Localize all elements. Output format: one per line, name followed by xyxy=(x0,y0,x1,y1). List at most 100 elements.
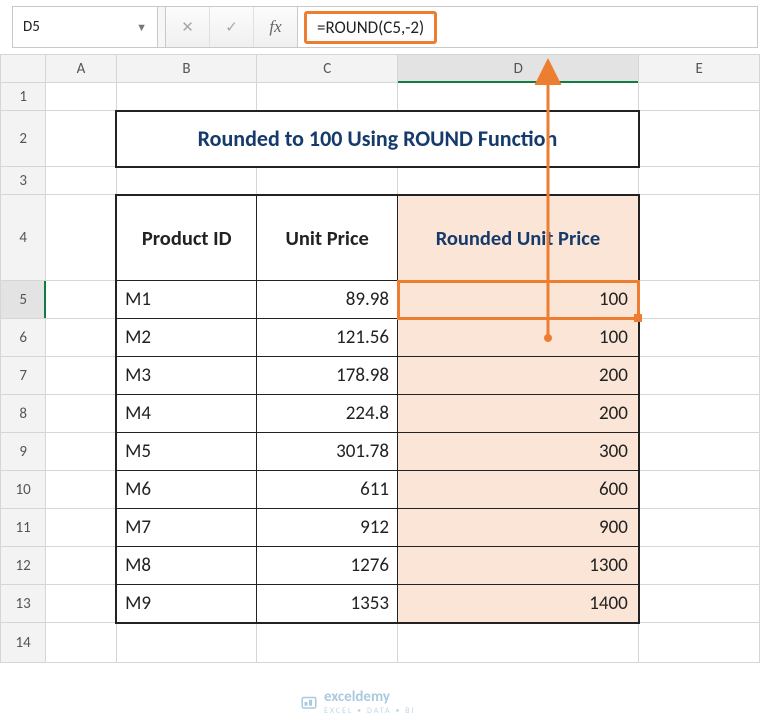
watermark-icon xyxy=(300,693,318,711)
cell[interactable] xyxy=(257,167,398,195)
cell-D8[interactable]: 200 xyxy=(398,395,639,433)
cell[interactable] xyxy=(46,547,116,585)
name-box-dropdown-icon[interactable]: ▼ xyxy=(136,21,147,34)
cell[interactable] xyxy=(639,433,760,471)
cell-C5[interactable]: 89.98 xyxy=(257,281,398,319)
row-header-14[interactable]: 14 xyxy=(1,623,46,663)
cell[interactable] xyxy=(639,83,760,111)
watermark: exceldemy EXCEL • DATA • BI xyxy=(300,688,416,716)
cell[interactable] xyxy=(257,83,398,111)
cell-C13[interactable]: 1353 xyxy=(257,585,398,623)
cell-B6[interactable]: M2 xyxy=(116,319,257,357)
cell[interactable] xyxy=(46,395,116,433)
col-header-E[interactable]: E xyxy=(639,55,760,83)
row-header-3[interactable]: 3 xyxy=(1,167,46,195)
cell-C8[interactable]: 224.8 xyxy=(257,395,398,433)
cell-C9[interactable]: 301.78 xyxy=(257,433,398,471)
cell[interactable] xyxy=(46,585,116,623)
cell[interactable] xyxy=(46,509,116,547)
cell-B5[interactable]: M1 xyxy=(116,281,257,319)
row-header-12[interactable]: 12 xyxy=(1,547,46,585)
row-header-5[interactable]: 5 xyxy=(1,281,46,319)
cell-D12[interactable]: 1300 xyxy=(398,547,639,585)
cell[interactable] xyxy=(398,83,639,111)
cell-D11[interactable]: 900 xyxy=(398,509,639,547)
formula-text: =ROUND(C5,-2) xyxy=(304,11,437,44)
header-rounded-unit-price[interactable]: Rounded Unit Price xyxy=(398,195,639,281)
cell[interactable] xyxy=(639,509,760,547)
cell[interactable] xyxy=(46,83,116,111)
col-header-B[interactable]: B xyxy=(116,55,257,83)
cell-D7[interactable]: 200 xyxy=(398,357,639,395)
cell-B7[interactable]: M3 xyxy=(116,357,257,395)
cell-D6[interactable]: 100 xyxy=(398,319,639,357)
cell[interactable] xyxy=(639,167,760,195)
confirm-icon[interactable]: ✓ xyxy=(210,7,254,47)
row-header-1[interactable]: 1 xyxy=(1,83,46,111)
cell-D9[interactable]: 300 xyxy=(398,433,639,471)
row-header-9[interactable]: 9 xyxy=(1,433,46,471)
cell[interactable] xyxy=(257,623,398,663)
cell-C12[interactable]: 1276 xyxy=(257,547,398,585)
row-header-10[interactable]: 10 xyxy=(1,471,46,509)
cell[interactable] xyxy=(639,357,760,395)
cell-B13[interactable]: M9 xyxy=(116,585,257,623)
name-box-value: D5 xyxy=(23,18,40,36)
select-all-triangle[interactable] xyxy=(1,55,46,83)
cell-B9[interactable]: M5 xyxy=(116,433,257,471)
cell-B11[interactable]: M7 xyxy=(116,509,257,547)
row-header-7[interactable]: 7 xyxy=(1,357,46,395)
cell-C6[interactable]: 121.56 xyxy=(257,319,398,357)
cell[interactable] xyxy=(639,623,760,663)
cell[interactable] xyxy=(116,623,257,663)
cell-D13[interactable]: 1400 xyxy=(398,585,639,623)
cell-C7[interactable]: 178.98 xyxy=(257,357,398,395)
cell[interactable] xyxy=(639,585,760,623)
cell-C10[interactable]: 611 xyxy=(257,471,398,509)
cell[interactable] xyxy=(46,167,116,195)
cell[interactable] xyxy=(398,167,639,195)
cell[interactable] xyxy=(46,623,116,663)
cell[interactable] xyxy=(639,547,760,585)
header-unit-price[interactable]: Unit Price xyxy=(257,195,398,281)
cancel-icon[interactable]: ✕ xyxy=(166,7,210,47)
fx-button[interactable]: fx xyxy=(254,7,298,47)
row-header-6[interactable]: 6 xyxy=(1,319,46,357)
cell[interactable] xyxy=(639,395,760,433)
cell[interactable] xyxy=(46,471,116,509)
cell-D5[interactable]: 100 xyxy=(398,281,639,319)
formula-bar: D5 ▼ ✕ ✓ fx =ROUND(C5,-2) xyxy=(12,6,758,48)
formula-input[interactable]: =ROUND(C5,-2) xyxy=(298,7,757,47)
col-header-C[interactable]: C xyxy=(257,55,398,83)
row-header-13[interactable]: 13 xyxy=(1,585,46,623)
row-header-11[interactable]: 11 xyxy=(1,509,46,547)
cell[interactable] xyxy=(46,433,116,471)
cell[interactable] xyxy=(639,281,760,319)
col-header-A[interactable]: A xyxy=(46,55,116,83)
spreadsheet-grid[interactable]: A B C D E 1 2 Rounded to 100 Using ROUND… xyxy=(0,54,760,663)
cell[interactable] xyxy=(46,319,116,357)
cell[interactable] xyxy=(398,623,639,663)
cell[interactable] xyxy=(46,111,116,167)
cell[interactable] xyxy=(639,471,760,509)
cell-C11[interactable]: 912 xyxy=(257,509,398,547)
header-product-id[interactable]: Product ID xyxy=(116,195,257,281)
cell-B12[interactable]: M8 xyxy=(116,547,257,585)
cell-D10[interactable]: 600 xyxy=(398,471,639,509)
cell[interactable] xyxy=(639,111,760,167)
row-header-4[interactable]: 4 xyxy=(1,195,46,281)
title-cell[interactable]: Rounded to 100 Using ROUND Function xyxy=(116,111,639,167)
cell-B8[interactable]: M4 xyxy=(116,395,257,433)
cell[interactable] xyxy=(639,319,760,357)
cell[interactable] xyxy=(116,83,257,111)
row-header-8[interactable]: 8 xyxy=(1,395,46,433)
col-header-D[interactable]: D xyxy=(398,55,639,83)
name-box[interactable]: D5 ▼ xyxy=(13,7,158,47)
cell[interactable] xyxy=(46,357,116,395)
cell[interactable] xyxy=(639,195,760,281)
row-header-2[interactable]: 2 xyxy=(1,111,46,167)
cell-B10[interactable]: M6 xyxy=(116,471,257,509)
cell[interactable] xyxy=(46,281,116,319)
cell[interactable] xyxy=(46,195,116,281)
cell[interactable] xyxy=(116,167,257,195)
